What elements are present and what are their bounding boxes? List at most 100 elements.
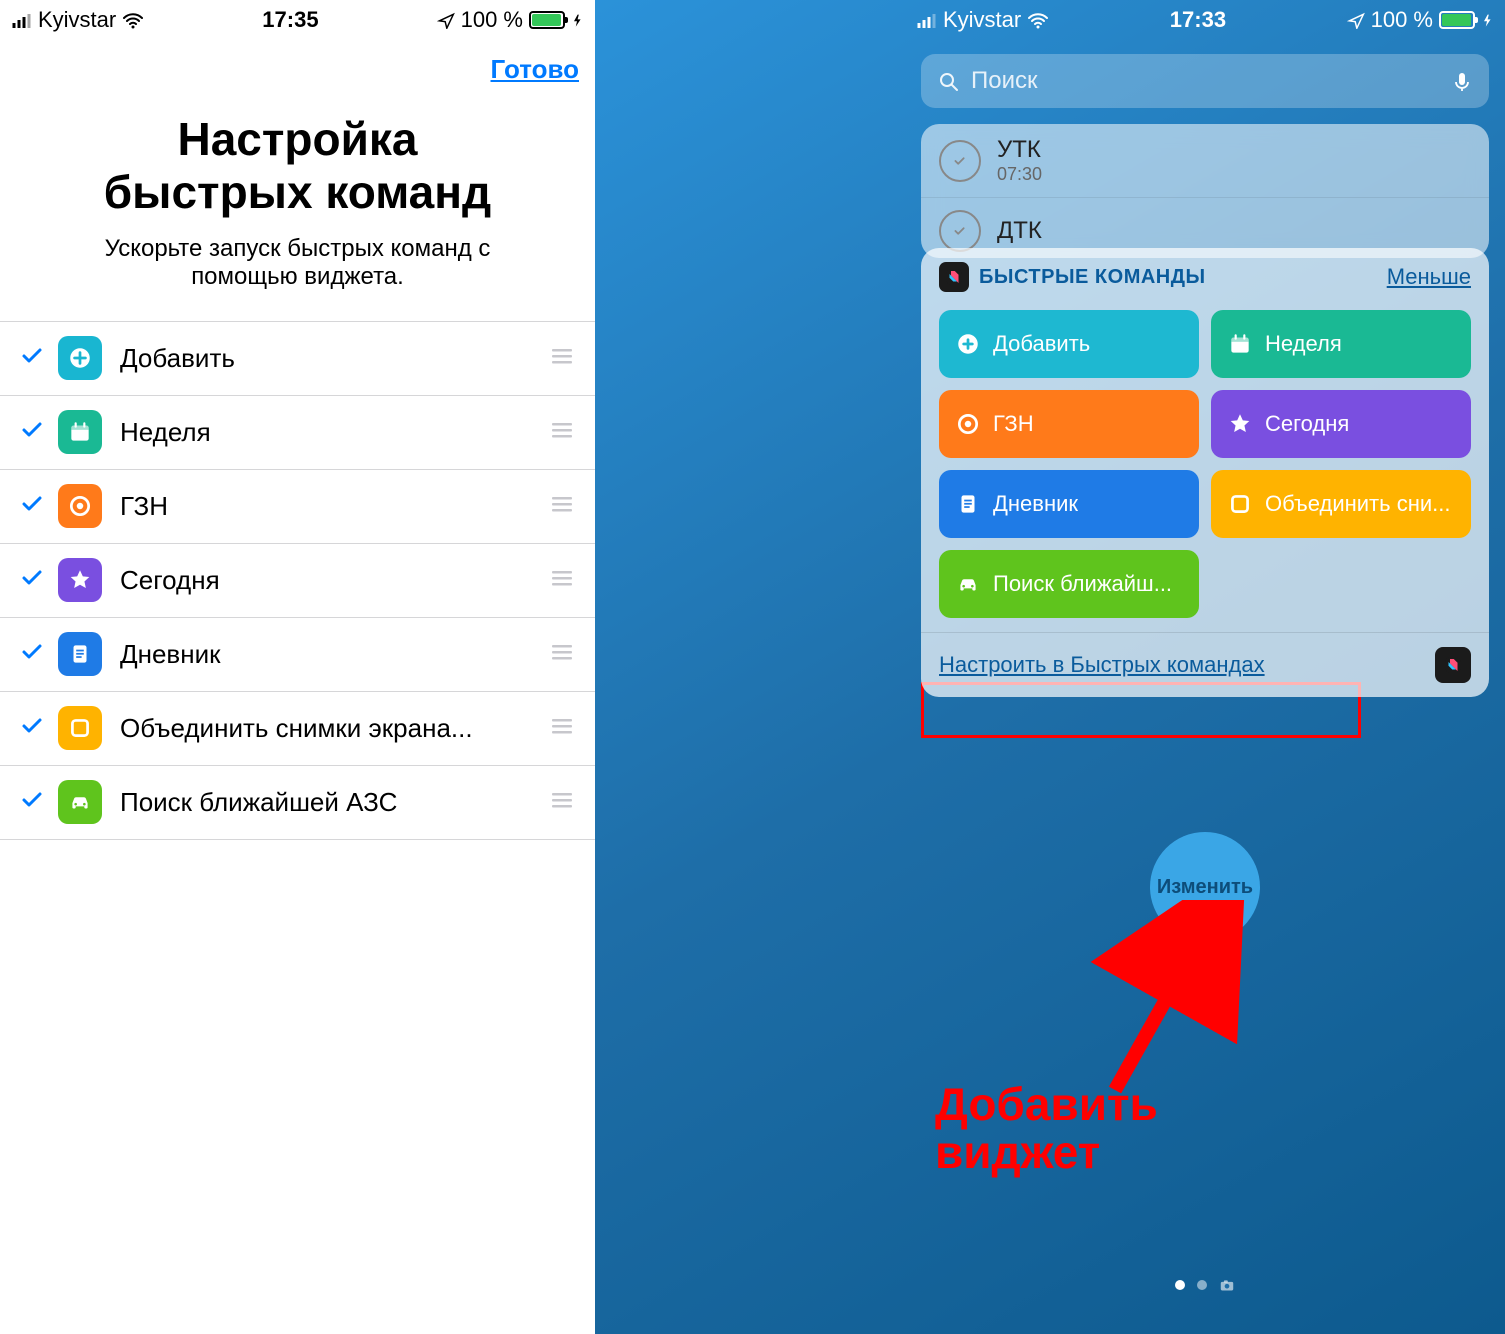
page-dot [1197,1280,1207,1290]
left-screen: Kyivstar 17:35 100 % Готово Настройка бы… [0,0,595,1334]
shortcut-tile[interactable]: Добавить [939,310,1199,378]
item-label: Добавить [120,343,549,374]
tile-label: Объединить сни... [1265,491,1450,517]
checkmark-icon [20,788,54,817]
widget-title: БЫСТРЫЕ КОМАНДЫ [979,266,1377,289]
drag-handle-icon[interactable] [549,493,579,520]
item-label: Неделя [120,417,549,448]
camera-icon [1219,1278,1235,1292]
plus-icon [58,336,102,380]
charging-icon [571,10,583,30]
alarm-check-icon [939,210,981,252]
car-icon [58,780,102,824]
page-dot [1175,1280,1185,1290]
location-icon [1347,11,1365,29]
status-time: 17:33 [1170,7,1226,33]
drag-handle-icon[interactable] [549,567,579,594]
mic-icon[interactable] [1451,69,1473,93]
tile-label: Добавить [993,331,1090,357]
alarm-check-icon [939,140,981,182]
shortcut-tile[interactable]: Сегодня [1211,390,1471,458]
list-item[interactable]: Добавить [0,322,595,396]
calendar-icon [58,410,102,454]
battery-pct: 100 % [1371,7,1433,33]
checkmark-icon [20,714,54,743]
annotation-arrow [1085,900,1265,1100]
checkmark-icon [20,418,54,447]
list-item[interactable]: ГЗН [0,470,595,544]
tile-label: Неделя [1265,331,1342,357]
checkmark-icon [20,492,54,521]
car-icon [955,571,981,597]
calendar-icon [1227,331,1253,357]
square-icon [1227,491,1253,517]
page-title: Настройка быстрых команд [0,97,595,219]
alarm-item[interactable]: УТК 07:30 [921,124,1489,198]
battery-pct: 100 % [461,7,523,33]
status-bar: Kyivstar 17:33 100 % [905,0,1505,40]
location-icon [437,11,455,29]
status-bar: Kyivstar 17:35 100 % [0,0,595,40]
checkmark-icon [20,640,54,669]
list-item[interactable]: Дневник [0,618,595,692]
drag-handle-icon[interactable] [549,715,579,742]
alarm-name: УТК [997,136,1042,164]
item-label: Сегодня [120,565,549,596]
shortcuts-app-icon[interactable] [1435,647,1471,683]
search-placeholder: Поиск [971,67,1439,95]
drag-handle-icon[interactable] [549,419,579,446]
shortcut-tile[interactable]: Объединить сни... [1211,470,1471,538]
page-indicator [1175,1278,1235,1292]
drag-handle-icon[interactable] [549,345,579,372]
configure-link[interactable]: Настроить в Быстрых командах [939,652,1265,678]
tile-label: Дневник [993,491,1078,517]
list-item[interactable]: Сегодня [0,544,595,618]
checkmark-icon [20,344,54,373]
doc-icon [58,632,102,676]
plus-circle-icon [955,331,981,357]
signal-icon [12,13,32,28]
checkmark-icon [20,566,54,595]
right-screen: Kyivstar 17:33 100 % Поиск УТК 07:30 [595,0,1505,1334]
item-label: Дневник [120,639,549,670]
done-button[interactable]: Готово [491,54,579,84]
item-label: Поиск ближайшей АЗС [120,787,549,818]
star-icon [1227,411,1253,437]
target-icon [955,411,981,437]
drag-handle-icon[interactable] [549,789,579,816]
alarm-time: 07:30 [997,164,1042,185]
target-icon [58,484,102,528]
star-icon [58,558,102,602]
tile-label: Поиск ближайш... [993,571,1172,597]
wifi-icon [122,11,144,29]
alarm-widget: УТК 07:30 ДТК [921,124,1489,258]
shortcuts-widget: БЫСТРЫЕ КОМАНДЫ Меньше Добавить Неделя ГЗН… [921,248,1489,697]
carrier-name: Kyivstar [38,7,116,33]
shortcut-tile[interactable]: Неделя [1211,310,1471,378]
square-icon [58,706,102,750]
carrier-name: Kyivstar [943,7,1021,33]
list-item[interactable]: Объединить снимки экрана... [0,692,595,766]
wifi-icon [1027,11,1049,29]
page-subtitle: Ускорьте запуск быстрых команд с помощью… [0,219,595,321]
annotation-text: Добавить виджет [935,1080,1158,1177]
battery-icon [529,11,565,29]
shortcuts-app-icon [939,262,969,292]
tile-label: Сегодня [1265,411,1349,437]
alarm-name: ДТК [997,217,1042,245]
item-label: Объединить снимки экрана... [120,713,549,744]
drag-handle-icon[interactable] [549,641,579,668]
shortcut-list: Добавить Неделя ГЗН Сегодня Дневник Объе… [0,321,595,840]
widget-tiles: Добавить Неделя ГЗН Сегодня Дневник Объединит… [921,300,1489,632]
signal-icon [917,13,937,28]
status-time: 17:35 [262,7,318,33]
shortcut-tile[interactable]: ГЗН [939,390,1199,458]
shortcut-tile[interactable]: Дневник [939,470,1199,538]
show-less-button[interactable]: Меньше [1387,264,1471,290]
list-item[interactable]: Поиск ближайшей АЗС [0,766,595,840]
battery-icon [1439,11,1475,29]
search-input[interactable]: Поиск [921,54,1489,108]
list-item[interactable]: Неделя [0,396,595,470]
shortcut-tile[interactable]: Поиск ближайш... [939,550,1199,618]
search-icon [937,70,959,92]
